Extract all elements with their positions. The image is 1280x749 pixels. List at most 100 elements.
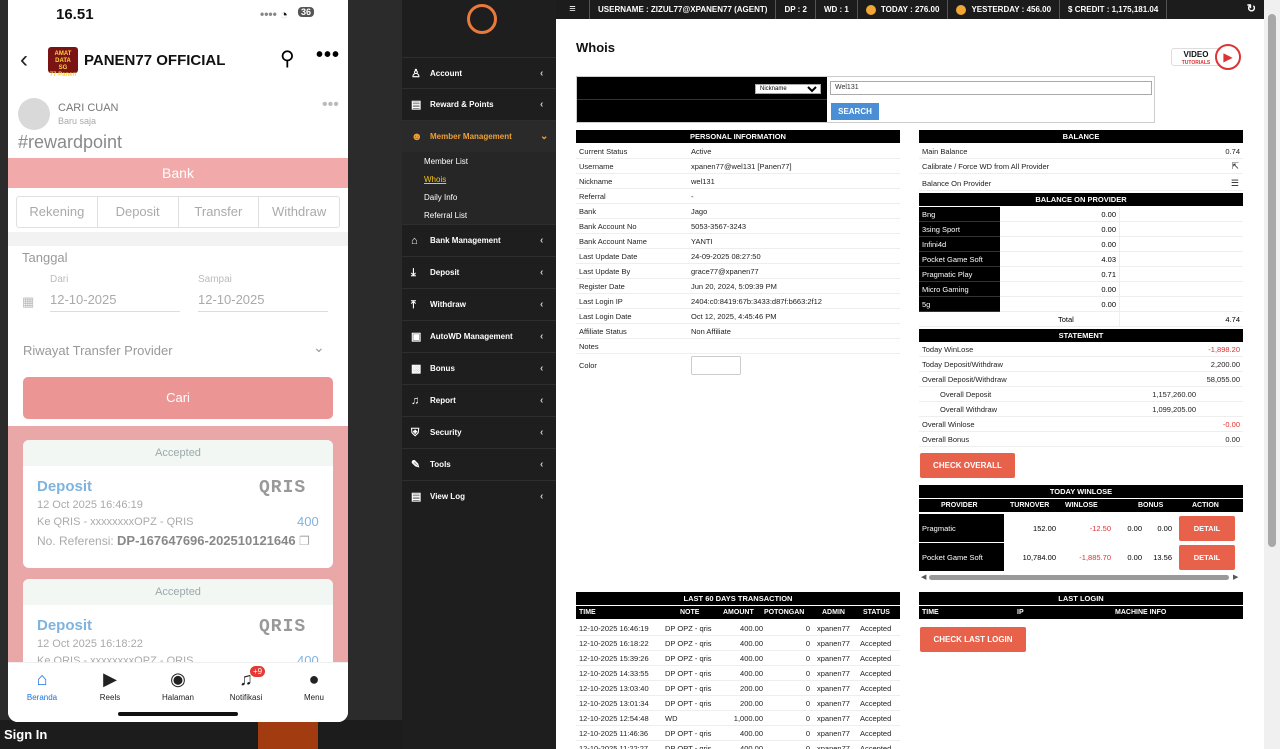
search-icon[interactable]: ⚲ (280, 46, 295, 71)
taskbar-thumbnail (258, 720, 318, 749)
page-icon: ◉ (170, 669, 186, 689)
today-total: TODAY : 276.00 (858, 0, 949, 19)
search-input[interactable]: Wel131 (830, 81, 1152, 95)
menu-autowd-management[interactable]: ▣ AutoWD Management ‹ (402, 320, 556, 352)
qris-logo: QRIS (259, 478, 307, 498)
wd-count[interactable]: WD : 1 (816, 0, 858, 19)
amount-cell: 1,000.00 (733, 714, 763, 723)
transaction-card[interactable]: Accepted Deposit QRIS 12 Oct 2025 16:46:… (23, 440, 333, 568)
menu-member-management[interactable]: ☻ Member Management ⌄ (402, 120, 556, 152)
dari-input[interactable]: 12-10-2025 (50, 292, 180, 312)
menu-deposit[interactable]: ⤓ Deposit ‹ (402, 256, 556, 288)
sign-in-link[interactable]: Sign In (0, 720, 402, 749)
chevron-down-icon[interactable]: ⌄ (313, 339, 325, 356)
winlose-cell: -12.50 (1089, 524, 1111, 533)
post-hashtag[interactable]: #rewardpoint (18, 132, 122, 153)
personal-info-header: PERSONAL INFORMATION (576, 130, 900, 143)
log-icon: ▤ (411, 491, 422, 503)
detail-button[interactable]: DETAIL (1179, 516, 1235, 541)
more-icon[interactable]: ••• (316, 44, 340, 67)
brand-logo[interactable] (467, 4, 497, 34)
home-icon: ⌂ (36, 669, 48, 689)
sampai-label: Sampai (198, 274, 232, 285)
menu-withdraw[interactable]: ⤒ Withdraw ‹ (402, 288, 556, 320)
tab-transfer[interactable]: Transfer (179, 197, 260, 227)
search-type-select[interactable]: Nickname (755, 84, 821, 94)
post-more-icon[interactable]: ••• (322, 96, 339, 114)
hamburger-icon[interactable]: ≡ (556, 0, 590, 19)
amount-cell: 400.00 (740, 624, 763, 633)
check-last-login-button[interactable]: CHECK LAST LOGIN (920, 627, 1026, 652)
today-winlose-header: TODAY WINLOSE (919, 485, 1243, 498)
cari-button[interactable]: Cari (23, 377, 333, 419)
potongan-cell: 0 (805, 684, 810, 693)
provider-name: Bng (919, 207, 1000, 222)
nav-label: Halaman (161, 693, 194, 702)
bonus-icon: ▩ (411, 363, 422, 375)
chevron-left-icon: ‹ (540, 459, 544, 470)
menu-account[interactable]: ♙ Account ‹ (402, 57, 556, 89)
sampai-input[interactable]: 12-10-2025 (198, 292, 328, 312)
refresh-icon[interactable]: ↻ (1239, 0, 1264, 19)
table-row: Pragmatic 152.00 -12.50 0.00 0.00 DETAIL (919, 514, 1243, 543)
scrollbar-thumb[interactable] (1268, 14, 1276, 547)
nav-beranda[interactable]: ⌂ Beranda (8, 663, 76, 722)
search-button[interactable]: SEARCH (831, 103, 879, 120)
chevron-left-icon: ‹ (540, 395, 544, 406)
admin-cell: xpanen77 (817, 669, 850, 678)
dp-count[interactable]: DP : 2 (776, 0, 816, 19)
personal-info-row: Bank Jago (576, 204, 900, 219)
col-status: STATUS (863, 609, 890, 616)
submenu-member-list[interactable]: Member List (424, 157, 468, 166)
post-author[interactable]: CARI CUAN (58, 102, 119, 114)
tab-withdraw[interactable]: Withdraw (259, 197, 339, 227)
provider-value: 0.00 (1000, 207, 1120, 222)
menu-label: Deposit (430, 268, 460, 277)
time-cell: 12-10-2025 11:46:36 (579, 729, 649, 738)
menu-view-log[interactable]: ▤ View Log ‹ (402, 480, 556, 512)
tab-rekening[interactable]: Rekening (17, 197, 98, 227)
list-icon[interactable]: ☰ (1231, 176, 1239, 191)
scrollbar-thumb[interactable] (929, 575, 1229, 580)
detail-button[interactable]: DETAIL (1179, 545, 1235, 570)
stm-label: Overall Withdraw (940, 405, 998, 414)
menu-bank-management[interactable]: ⌂ Bank Management ‹ (402, 224, 556, 256)
horizontal-scrollbar[interactable]: ◀ ▶ (919, 573, 1243, 582)
copy-icon[interactable]: ❐ (299, 534, 310, 548)
menu-security[interactable]: ⛨ Security ‹ (402, 416, 556, 448)
avatar[interactable] (18, 98, 50, 130)
note-cell: DP OPT - qris (665, 744, 712, 749)
phone-window: 16.51 •••• ◔ 36 ‹ AMAT DATA SG 77 Panen PA… (8, 0, 348, 722)
submenu-whois[interactable]: Whois (424, 175, 446, 184)
scroll-right-icon[interactable]: ▶ (1233, 573, 1238, 581)
video-text: VIDEO (1183, 50, 1209, 59)
col-potongan: POTONGAN (764, 609, 805, 616)
info-label: Notes (579, 342, 599, 351)
external-link-icon[interactable]: ⇱ (1231, 159, 1239, 174)
submenu-daily-info[interactable]: Daily Info (424, 193, 457, 202)
bank-header: Bank (8, 158, 348, 188)
battery-icon: 36 (298, 7, 315, 17)
overall-dw-row: Overall Deposit/Withdraw 58,055.00 (919, 372, 1243, 387)
check-overall-button[interactable]: CHECK OVERALL (920, 453, 1015, 478)
menu-tools[interactable]: ✎ Tools ‹ (402, 448, 556, 480)
table-row: 12-10-2025 14:33:55 DP OPT - qris 400.00 0 x… (576, 666, 900, 681)
nav-menu[interactable]: ● Menu (280, 663, 348, 722)
amount-cell: 200.00 (740, 699, 763, 708)
back-arrow-icon[interactable]: ‹ (20, 46, 48, 74)
tab-deposit[interactable]: Deposit (98, 197, 179, 227)
menu-reward-points[interactable]: ▤ Reward & Points ‹ (402, 88, 556, 120)
menu-bonus[interactable]: ▩ Bonus ‹ (402, 352, 556, 384)
table-row: 12-10-2025 11:46:36 DP OPT - qris 400.00 0 x… (576, 726, 900, 741)
qris-logo: QRIS (259, 617, 307, 637)
stm-value: 1,157,260.00 (1152, 390, 1196, 399)
menu-report[interactable]: ♫ Report ‹ (402, 384, 556, 416)
chevron-left-icon: ‹ (540, 491, 544, 502)
color-picker[interactable] (691, 356, 741, 375)
color-label: Color (579, 361, 597, 370)
page-scrollbar[interactable] (1264, 0, 1280, 749)
scroll-left-icon[interactable]: ◀ (921, 573, 926, 581)
video-tutorials-button[interactable]: VIDEO TUTORIALS ▶ (1171, 44, 1241, 70)
riwayat-dropdown[interactable]: Riwayat Transfer Provider (23, 343, 173, 358)
submenu-referral-list[interactable]: Referral List (424, 211, 467, 220)
